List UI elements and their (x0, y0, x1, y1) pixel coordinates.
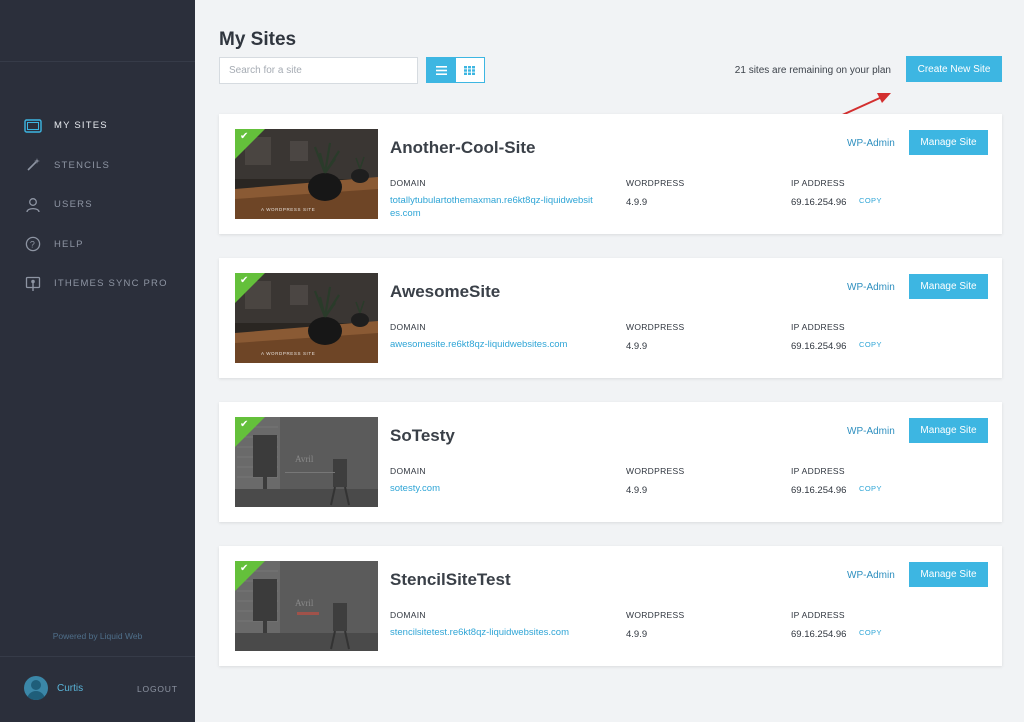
ip-label: IP ADDRESS (791, 466, 845, 476)
domain-label: DOMAIN (390, 178, 426, 188)
site-card: A WORDPRESS SITE ✔ Another-Cool-Site DOM… (219, 114, 1002, 234)
site-name: Another-Cool-Site (390, 138, 536, 157)
wp-admin-link[interactable]: WP-Admin (847, 570, 895, 581)
avatar[interactable] (24, 676, 48, 700)
user-icon (24, 196, 42, 214)
checkmark-icon: ✔ (240, 275, 249, 286)
ip-label: IP ADDRESS (791, 610, 845, 620)
domain-link[interactable]: awesomesite.re6kt8qz-liquidwebsites.com (390, 338, 595, 351)
wordpress-label: WORDPRESS (626, 610, 685, 620)
main-content: My Sites 21 sites are remaining on your … (195, 0, 1024, 722)
search-input[interactable] (219, 57, 418, 84)
manage-site-button[interactable]: Manage Site (909, 130, 988, 155)
list-icon (435, 65, 447, 75)
sidebar-item-ithemes-sync-pro[interactable]: ITHEMES SYNC PRO (0, 264, 195, 304)
sidebar-item-help[interactable]: ? HELP (0, 225, 195, 265)
sidebar-nav: MY SITES STENCILS USERS ? HELP ITHEMES S… (0, 106, 195, 304)
wp-admin-link[interactable]: WP-Admin (847, 426, 895, 437)
sidebar-item-users[interactable]: USERS (0, 185, 195, 225)
site-thumbnail[interactable]: Avril ✔ (235, 561, 378, 651)
thumbnail-caption: Avril (295, 598, 314, 608)
site-card: Avril ✔ StencilSiteTest DOMAIN stencilsi… (219, 546, 1002, 666)
manage-site-button[interactable]: Manage Site (909, 562, 988, 587)
help-icon: ? (24, 235, 42, 253)
wordpress-version: 4.9.9 (626, 629, 648, 640)
ip-address: 69.16.254.96 (791, 341, 847, 352)
thumbnail-caption: A WORDPRESS SITE (261, 351, 316, 356)
sidebar-item-label: STENCILS (54, 159, 111, 171)
checkmark-icon: ✔ (240, 563, 249, 574)
site-name: AwesomeSite (390, 282, 501, 301)
manage-site-button[interactable]: Manage Site (909, 274, 988, 299)
sync-icon (24, 275, 42, 293)
wordpress-version: 4.9.9 (626, 197, 648, 208)
sidebar-footer: Curtis LOGOUT (0, 656, 195, 722)
thumbnail-caption: Avril (295, 454, 314, 464)
wp-admin-link[interactable]: WP-Admin (847, 138, 895, 149)
site-card: Avril ✔ SoTesty DOMAIN sotesty.com WORDP… (219, 402, 1002, 522)
ip-address: 69.16.254.96 (791, 629, 847, 640)
domain-link[interactable]: sotesty.com (390, 482, 595, 495)
site-card: A WORDPRESS SITE ✔ AwesomeSite DOMAIN aw… (219, 258, 1002, 378)
wand-icon (24, 156, 42, 174)
site-thumbnail[interactable]: Avril ✔ (235, 417, 378, 507)
ip-label: IP ADDRESS (791, 178, 845, 188)
copy-ip-button[interactable]: COPY (859, 628, 882, 637)
powered-by-text: Powered by Liquid Web (52, 631, 143, 641)
copy-ip-button[interactable]: COPY (859, 196, 882, 205)
remaining-sites-text: 21 sites are remaining on your plan (734, 65, 891, 76)
grid-icon (464, 65, 476, 75)
site-name: StencilSiteTest (390, 570, 511, 589)
wordpress-label: WORDPRESS (626, 466, 685, 476)
sidebar-item-stencils[interactable]: STENCILS (0, 146, 195, 186)
checkmark-icon: ✔ (240, 131, 249, 142)
user-name[interactable]: Curtis (57, 683, 83, 694)
domain-label: DOMAIN (390, 466, 426, 476)
wordpress-version: 4.9.9 (626, 341, 648, 352)
view-toggle (426, 57, 485, 83)
sites-icon (24, 117, 42, 135)
copy-ip-button[interactable]: COPY (859, 340, 882, 349)
grid-view-button[interactable] (456, 58, 485, 82)
domain-link[interactable]: stencilsitetest.re6kt8qz-liquidwebsites.… (390, 626, 595, 639)
page-title: My Sites (219, 29, 297, 50)
sidebar-item-label: ITHEMES SYNC PRO (54, 278, 168, 290)
site-thumbnail[interactable]: A WORDPRESS SITE ✔ (235, 129, 378, 219)
sidebar-item-label: MY SITES (54, 120, 108, 132)
manage-site-button[interactable]: Manage Site (909, 418, 988, 443)
list-view-button[interactable] (427, 58, 456, 82)
sidebar: MY SITES STENCILS USERS ? HELP ITHEMES S… (0, 0, 195, 722)
sidebar-header (0, 0, 195, 62)
wordpress-label: WORDPRESS (626, 322, 685, 332)
domain-label: DOMAIN (390, 322, 426, 332)
ip-address: 69.16.254.96 (791, 197, 847, 208)
checkmark-icon: ✔ (240, 419, 249, 430)
thumbnail-caption: A WORDPRESS SITE (261, 207, 316, 212)
site-thumbnail[interactable]: A WORDPRESS SITE ✔ (235, 273, 378, 363)
svg-text:?: ? (30, 240, 36, 250)
sidebar-item-label: HELP (54, 238, 84, 250)
create-new-site-button[interactable]: Create New Site (906, 56, 1002, 82)
domain-link[interactable]: totallytubulartothemaxman.re6kt8qz-liqui… (390, 194, 595, 220)
ip-address: 69.16.254.96 (791, 485, 847, 496)
domain-label: DOMAIN (390, 610, 426, 620)
logout-link[interactable]: LOGOUT (137, 684, 178, 694)
sidebar-item-my-sites[interactable]: MY SITES (0, 106, 195, 146)
wordpress-label: WORDPRESS (626, 178, 685, 188)
site-name: SoTesty (390, 426, 455, 445)
wordpress-version: 4.9.9 (626, 485, 648, 496)
copy-ip-button[interactable]: COPY (859, 484, 882, 493)
ip-label: IP ADDRESS (791, 322, 845, 332)
wp-admin-link[interactable]: WP-Admin (847, 282, 895, 293)
sidebar-item-label: USERS (54, 199, 93, 211)
